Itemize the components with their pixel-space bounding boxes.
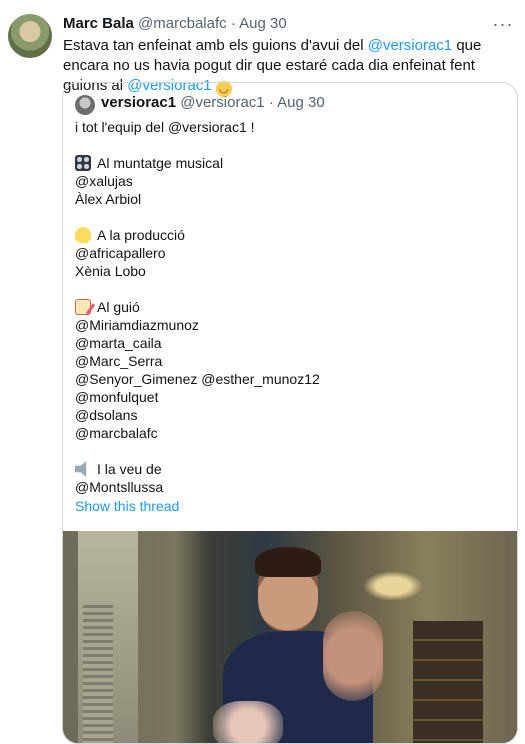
gif-media[interactable] <box>63 531 517 743</box>
tweet-timestamp[interactable]: Aug 30 <box>239 15 287 32</box>
author-name[interactable]: Marc Bala <box>63 15 134 32</box>
credit-line: @dsolans <box>75 407 138 423</box>
section-title-text: I la veu de <box>97 461 162 477</box>
credit-line: @Senyor_Gimenez @esther_munoz12 <box>75 371 320 387</box>
avatar[interactable] <box>8 14 52 58</box>
section-title-text: A la producció <box>97 227 185 243</box>
credit-line: @marcbalafc <box>75 425 158 441</box>
quoted-tweet[interactable]: versiorac1 @versiorac1 · Aug 30 i tot l'… <box>62 82 518 744</box>
quoted-avatar[interactable] <box>75 95 95 115</box>
section-title: Al muntatge musical <box>75 154 505 172</box>
tweet-text-part: Estava tan enfeinat amb els guions d'avu… <box>63 37 368 54</box>
quoted-author-handle[interactable]: @versiorac1 <box>180 94 264 111</box>
quoted-text: i tot l'equip del @versiorac1 ! Al munta… <box>75 118 505 496</box>
credit-line: @Miriamdiazmunoz <box>75 317 199 333</box>
separator-dot: · <box>268 94 274 111</box>
control-knobs-icon <box>75 155 91 171</box>
quoted-timestamp[interactable]: Aug 30 <box>277 94 325 111</box>
tweet[interactable]: Marc Bala @marcbalafc · Aug 30 ··· Estav… <box>0 0 525 744</box>
credit-line: Àlex Arbiol <box>75 191 142 207</box>
credit-line: Xènia Lobo <box>75 263 146 279</box>
section-title-text: Al muntatge musical <box>97 155 224 171</box>
credit-line: @xalujas <box>75 173 133 189</box>
quoted-intro: i tot l'equip del @versiorac1 ! <box>75 119 255 135</box>
quoted-author-name[interactable]: versiorac1 <box>101 94 176 111</box>
more-options-icon[interactable]: ··· <box>491 12 515 36</box>
clapper-icon <box>75 227 91 243</box>
person-in-gif <box>213 547 383 743</box>
credit-line: @Marc_Serra <box>75 353 163 369</box>
section-title-text: Al guió <box>97 299 140 315</box>
mention-link[interactable]: @versiorac1 <box>368 37 452 54</box>
memo-icon <box>75 299 91 315</box>
credit-line: @africapallero <box>75 245 166 261</box>
section-title: A la producció <box>75 226 505 244</box>
section-title: Al guió <box>75 298 505 316</box>
credit-line: @marta_caila <box>75 335 162 351</box>
author-handle[interactable]: @marcbalafc <box>138 15 227 32</box>
separator-dot: · <box>230 15 236 32</box>
speaker-icon <box>75 461 87 477</box>
section-title: I la veu de <box>75 460 505 478</box>
credit-line: @Montsllussa <box>75 479 164 495</box>
credit-line: @monfulquet <box>75 389 159 405</box>
show-thread-link[interactable]: Show this thread <box>75 497 179 515</box>
tweet-header: Marc Bala @marcbalafc · Aug 30 <box>63 14 287 34</box>
quoted-header: versiorac1 @versiorac1 · Aug 30 <box>101 93 325 113</box>
